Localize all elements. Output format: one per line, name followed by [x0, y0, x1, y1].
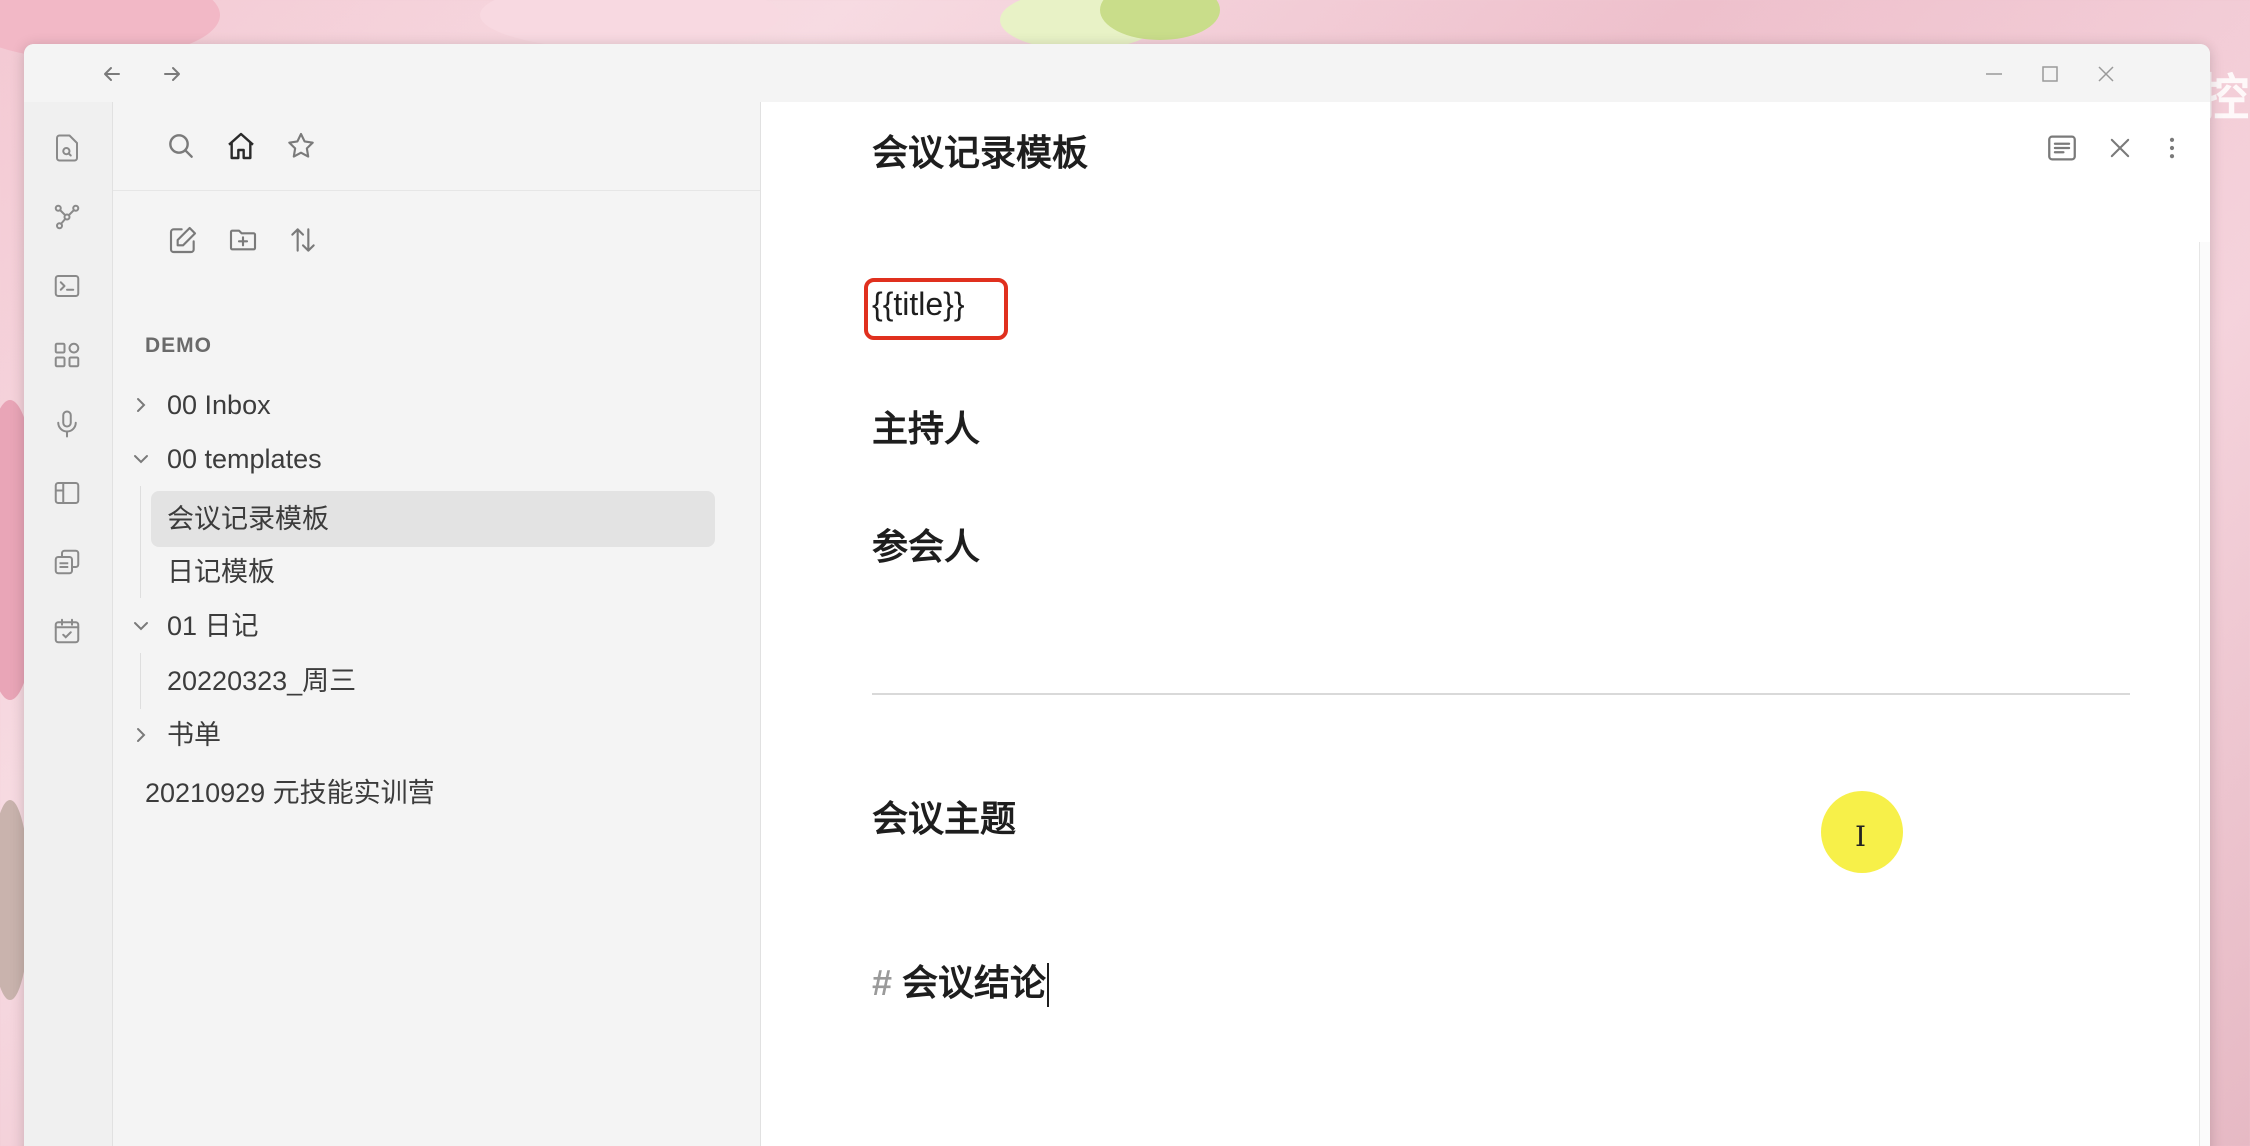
search-icon	[169, 134, 193, 158]
canvas-icon	[54, 482, 80, 504]
editor-pane: 会议记录模板 {{title}} 主持人 参会人 会议主题 # 会议结论 I	[761, 102, 2210, 1146]
apps-button[interactable]	[46, 334, 88, 376]
graph-view-icon	[54, 204, 80, 230]
microphone-icon	[57, 410, 77, 438]
tree-item-label: 00 Inbox	[167, 390, 271, 420]
text-caret	[1047, 963, 1050, 1008]
vault-name: DEMO	[145, 334, 212, 357]
tree-item-label: 00 templates	[167, 444, 322, 474]
chevron-down-icon	[127, 599, 155, 653]
forward-button[interactable]	[152, 54, 192, 94]
arrow-right-icon	[164, 67, 180, 81]
sort-icon	[291, 228, 315, 252]
conclusion-heading: 会议结论	[902, 962, 1047, 1003]
title-placeholder-text[interactable]: {{title}}	[872, 286, 965, 323]
back-button[interactable]	[92, 54, 132, 94]
tree-item-label: 20220323_周三	[167, 666, 357, 696]
star-icon	[288, 132, 314, 158]
canvas-button[interactable]	[46, 472, 88, 514]
more-options-icon	[2169, 137, 2175, 159]
window-close-button[interactable]	[2086, 54, 2126, 94]
sort-button[interactable]	[281, 218, 325, 262]
file-diary-template[interactable]: 日记模板	[151, 545, 715, 599]
chevron-right-icon	[127, 708, 155, 762]
file-20220323[interactable]: 20220323_周三	[151, 654, 715, 708]
editor-scrollbar[interactable]	[2199, 242, 2210, 1146]
sidebar-tab-bar	[113, 102, 760, 191]
title-bar	[24, 44, 2210, 102]
chevron-right-icon	[127, 378, 155, 432]
quick-switcher-button[interactable]	[46, 127, 88, 169]
apps-icon	[54, 342, 80, 368]
file-20210929[interactable]: 20210929 元技能实训营	[127, 766, 747, 820]
background-blossom	[480, 0, 780, 50]
folder-00-templates[interactable]: 00 templates	[127, 432, 747, 486]
minimize-icon	[1986, 73, 2002, 75]
folder-01-diary[interactable]: 01 日记	[127, 599, 747, 653]
command-palette-button[interactable]	[46, 265, 88, 307]
search-tab[interactable]	[159, 124, 203, 168]
ribbon	[24, 102, 113, 1146]
tree-item-label: 书单	[167, 720, 221, 750]
reading-view-icon	[2048, 135, 2076, 161]
tree-indent-guide	[140, 653, 141, 709]
heading-hash-mark: #	[872, 962, 893, 1003]
daily-notes-button[interactable]	[46, 610, 88, 652]
chevron-down-icon	[127, 432, 155, 486]
maximize-icon	[2042, 66, 2058, 82]
topic-heading[interactable]: 会议主题	[872, 790, 1016, 842]
audio-recorder-button[interactable]	[46, 403, 88, 445]
reading-view-button[interactable]	[2040, 126, 2084, 170]
quick-switcher-icon	[56, 134, 78, 162]
more-options-button[interactable]	[2150, 126, 2194, 170]
calendar-check-icon	[54, 618, 80, 644]
attendees-heading[interactable]: 参会人	[872, 518, 980, 570]
close-note-button[interactable]	[2098, 126, 2142, 170]
folder-booklist[interactable]: 书单	[127, 708, 747, 762]
minimize-button[interactable]	[1974, 54, 2014, 94]
home-icon	[228, 132, 254, 160]
new-note-button[interactable]	[161, 218, 205, 262]
new-folder-button[interactable]	[221, 218, 265, 262]
horizontal-rule	[872, 693, 2130, 695]
ibeam-cursor-icon: I	[1855, 820, 1867, 853]
file-explorer: DEMO 00 Inbox 00 templates 会议记录模板 日记模板 0	[113, 102, 761, 1146]
close-icon	[2110, 138, 2130, 158]
tree-item-label: 会议记录模板	[167, 504, 329, 534]
copy-button[interactable]	[46, 541, 88, 583]
tree-item-label: 20210929 元技能实训营	[145, 778, 435, 808]
home-tab[interactable]	[219, 124, 263, 168]
graph-view-button[interactable]	[46, 196, 88, 238]
new-folder-icon	[229, 229, 257, 251]
close-icon	[2098, 66, 2114, 82]
command-palette-icon	[54, 275, 80, 297]
folder-00-inbox[interactable]: 00 Inbox	[127, 378, 747, 432]
starred-tab[interactable]	[279, 124, 323, 168]
tree-indent-guide	[140, 486, 141, 598]
maximize-button[interactable]	[2030, 54, 2070, 94]
conclusion-heading-line[interactable]: # 会议结论	[872, 954, 1050, 1008]
tree-item-label: 日记模板	[167, 557, 275, 587]
note-title: 会议记录模板	[872, 132, 1089, 173]
tree-item-label: 01 日记	[167, 611, 259, 641]
new-note-icon	[169, 226, 197, 254]
host-heading[interactable]: 主持人	[872, 400, 980, 452]
copy-icon	[54, 549, 80, 575]
file-meeting-template[interactable]: 会议记录模板	[151, 491, 715, 547]
arrow-left-icon	[104, 67, 120, 81]
app-window: DEMO 00 Inbox 00 templates 会议记录模板 日记模板 0	[24, 44, 2210, 1146]
